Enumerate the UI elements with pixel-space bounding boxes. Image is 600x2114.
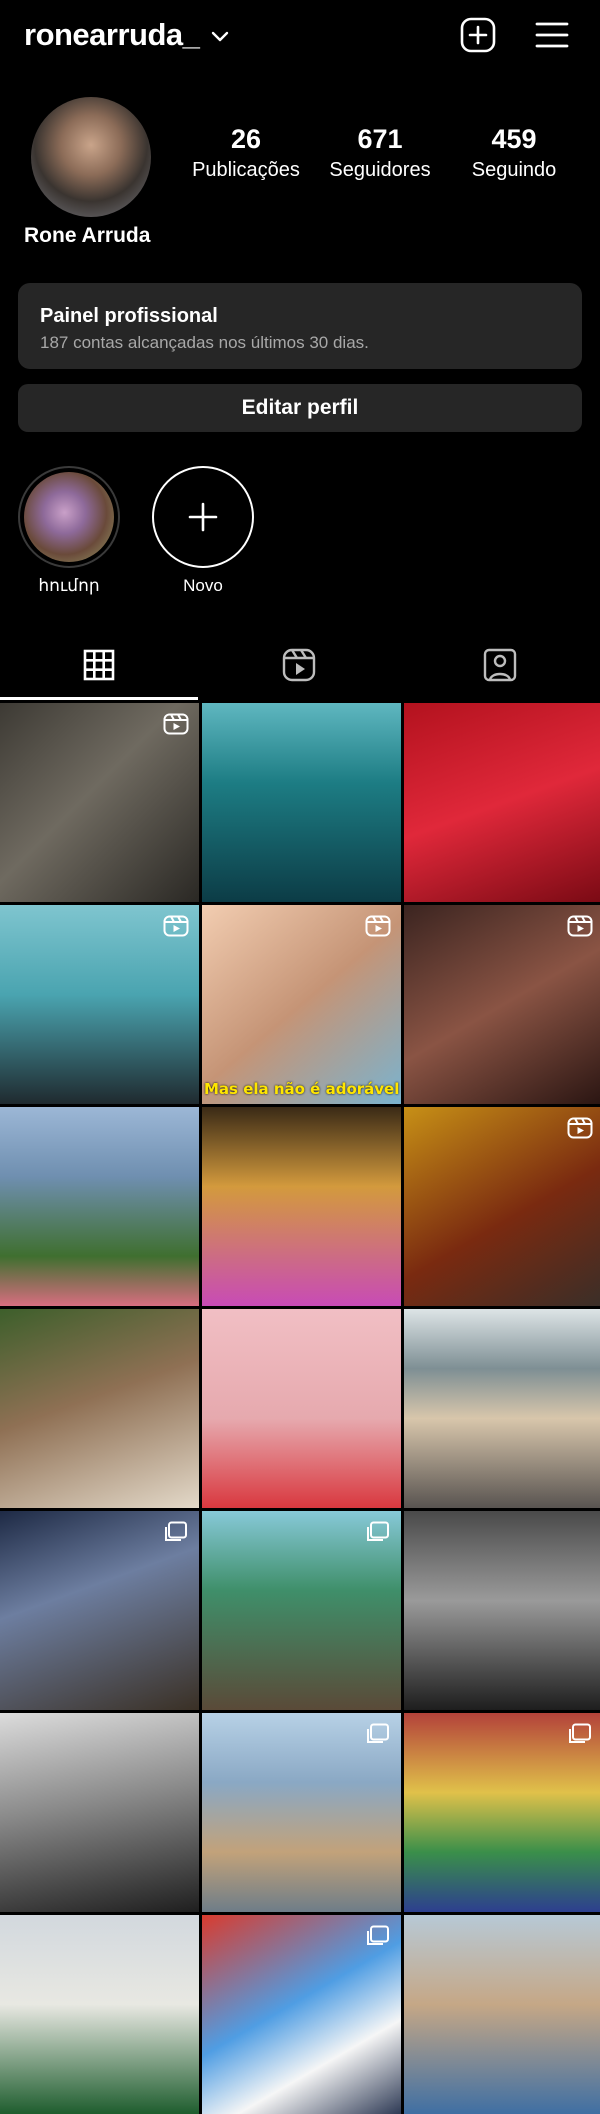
stat-posts[interactable]: 26 Publicações [186, 124, 306, 182]
post-thumbnail[interactable] [404, 1915, 600, 2114]
post-caption-overlay: Mas ela não é adorável [204, 1080, 400, 1098]
tab-reels[interactable] [200, 630, 398, 700]
tab-active-indicator [0, 697, 198, 700]
stat-followers-label: Seguidores [329, 159, 431, 181]
profile-tabs [0, 630, 600, 703]
stat-posts-value: 26 [230, 124, 262, 154]
profile-avatar[interactable] [31, 97, 151, 217]
plus-square-icon [460, 17, 496, 53]
post-thumbnail[interactable] [202, 1309, 401, 1508]
new-highlight-button[interactable]: Novo [152, 466, 254, 596]
post-thumbnail[interactable] [404, 1713, 600, 1912]
reel-badge-icon [365, 915, 391, 937]
menu-button[interactable] [530, 15, 574, 55]
carousel-badge-icon [569, 1723, 591, 1743]
dashboard-subtitle: 187 contas alcançadas nos últimos 30 dia… [40, 333, 369, 352]
post-thumbnail[interactable] [202, 1511, 401, 1710]
professional-dashboard[interactable]: Painel profissional 187 contas alcançada… [18, 283, 582, 369]
new-highlight-label: Novo [183, 576, 223, 595]
highlight-cover [18, 466, 120, 568]
reel-badge-icon [163, 713, 189, 735]
tab-grid[interactable] [0, 630, 198, 700]
post-thumbnail[interactable] [404, 1107, 600, 1306]
highlight-label: հումոր [38, 576, 100, 595]
post-thumbnail[interactable] [202, 703, 401, 902]
hamburger-menu-icon [535, 22, 569, 48]
new-highlight-circle [152, 466, 254, 568]
post-thumbnail[interactable] [0, 703, 199, 902]
profile-name: Rone Arruda [24, 224, 151, 247]
carousel-badge-icon [367, 1723, 389, 1743]
username-label: ronearruda_ [24, 17, 200, 52]
create-post-button[interactable] [458, 15, 498, 55]
post-thumbnail[interactable] [0, 1713, 199, 1912]
carousel-badge-icon [165, 1521, 187, 1541]
reels-icon [282, 648, 316, 682]
grid-icon [83, 649, 115, 681]
post-thumbnail[interactable] [0, 905, 199, 1104]
header-bar: ronearruda_ [0, 0, 600, 70]
chevron-down-icon [212, 31, 229, 42]
account-switcher[interactable]: ronearruda_ [24, 14, 229, 56]
reel-badge-icon [567, 915, 593, 937]
post-thumbnail[interactable] [404, 1511, 600, 1710]
post-thumbnail[interactable] [0, 1107, 199, 1306]
plus-icon [188, 502, 218, 532]
posts-grid: Mas ela não é adorável [0, 703, 600, 2114]
post-thumbnail[interactable] [0, 1511, 199, 1710]
post-thumbnail[interactable] [404, 1309, 600, 1508]
stat-followers-value: 671 [357, 124, 403, 154]
post-thumbnail[interactable] [0, 1915, 199, 2114]
edit-profile-label: Editar perfil [241, 396, 359, 419]
stat-following-value: 459 [491, 124, 537, 154]
edit-profile-button[interactable]: Editar perfil [18, 384, 582, 432]
reel-badge-icon [567, 1117, 593, 1139]
stat-followers[interactable]: 671 Seguidores [320, 124, 440, 182]
post-thumbnail[interactable] [202, 1915, 401, 2114]
tab-tagged[interactable] [400, 630, 600, 700]
stat-following[interactable]: 459 Seguindo [454, 124, 574, 182]
highlight-item[interactable]: հումոր [18, 466, 124, 596]
post-thumbnail[interactable] [404, 703, 600, 902]
post-thumbnail[interactable] [0, 1309, 199, 1508]
post-thumbnail[interactable] [202, 1107, 401, 1306]
dashboard-title: Painel profissional [40, 305, 218, 327]
tagged-user-icon [483, 648, 517, 682]
carousel-badge-icon [367, 1521, 389, 1541]
stat-posts-label: Publicações [192, 159, 300, 181]
post-thumbnail[interactable] [202, 1713, 401, 1912]
post-thumbnail[interactable] [404, 905, 600, 1104]
stat-following-label: Seguindo [471, 159, 557, 181]
carousel-badge-icon [367, 1925, 389, 1945]
reel-badge-icon [163, 915, 189, 937]
post-thumbnail[interactable]: Mas ela não é adorável [202, 905, 401, 1104]
